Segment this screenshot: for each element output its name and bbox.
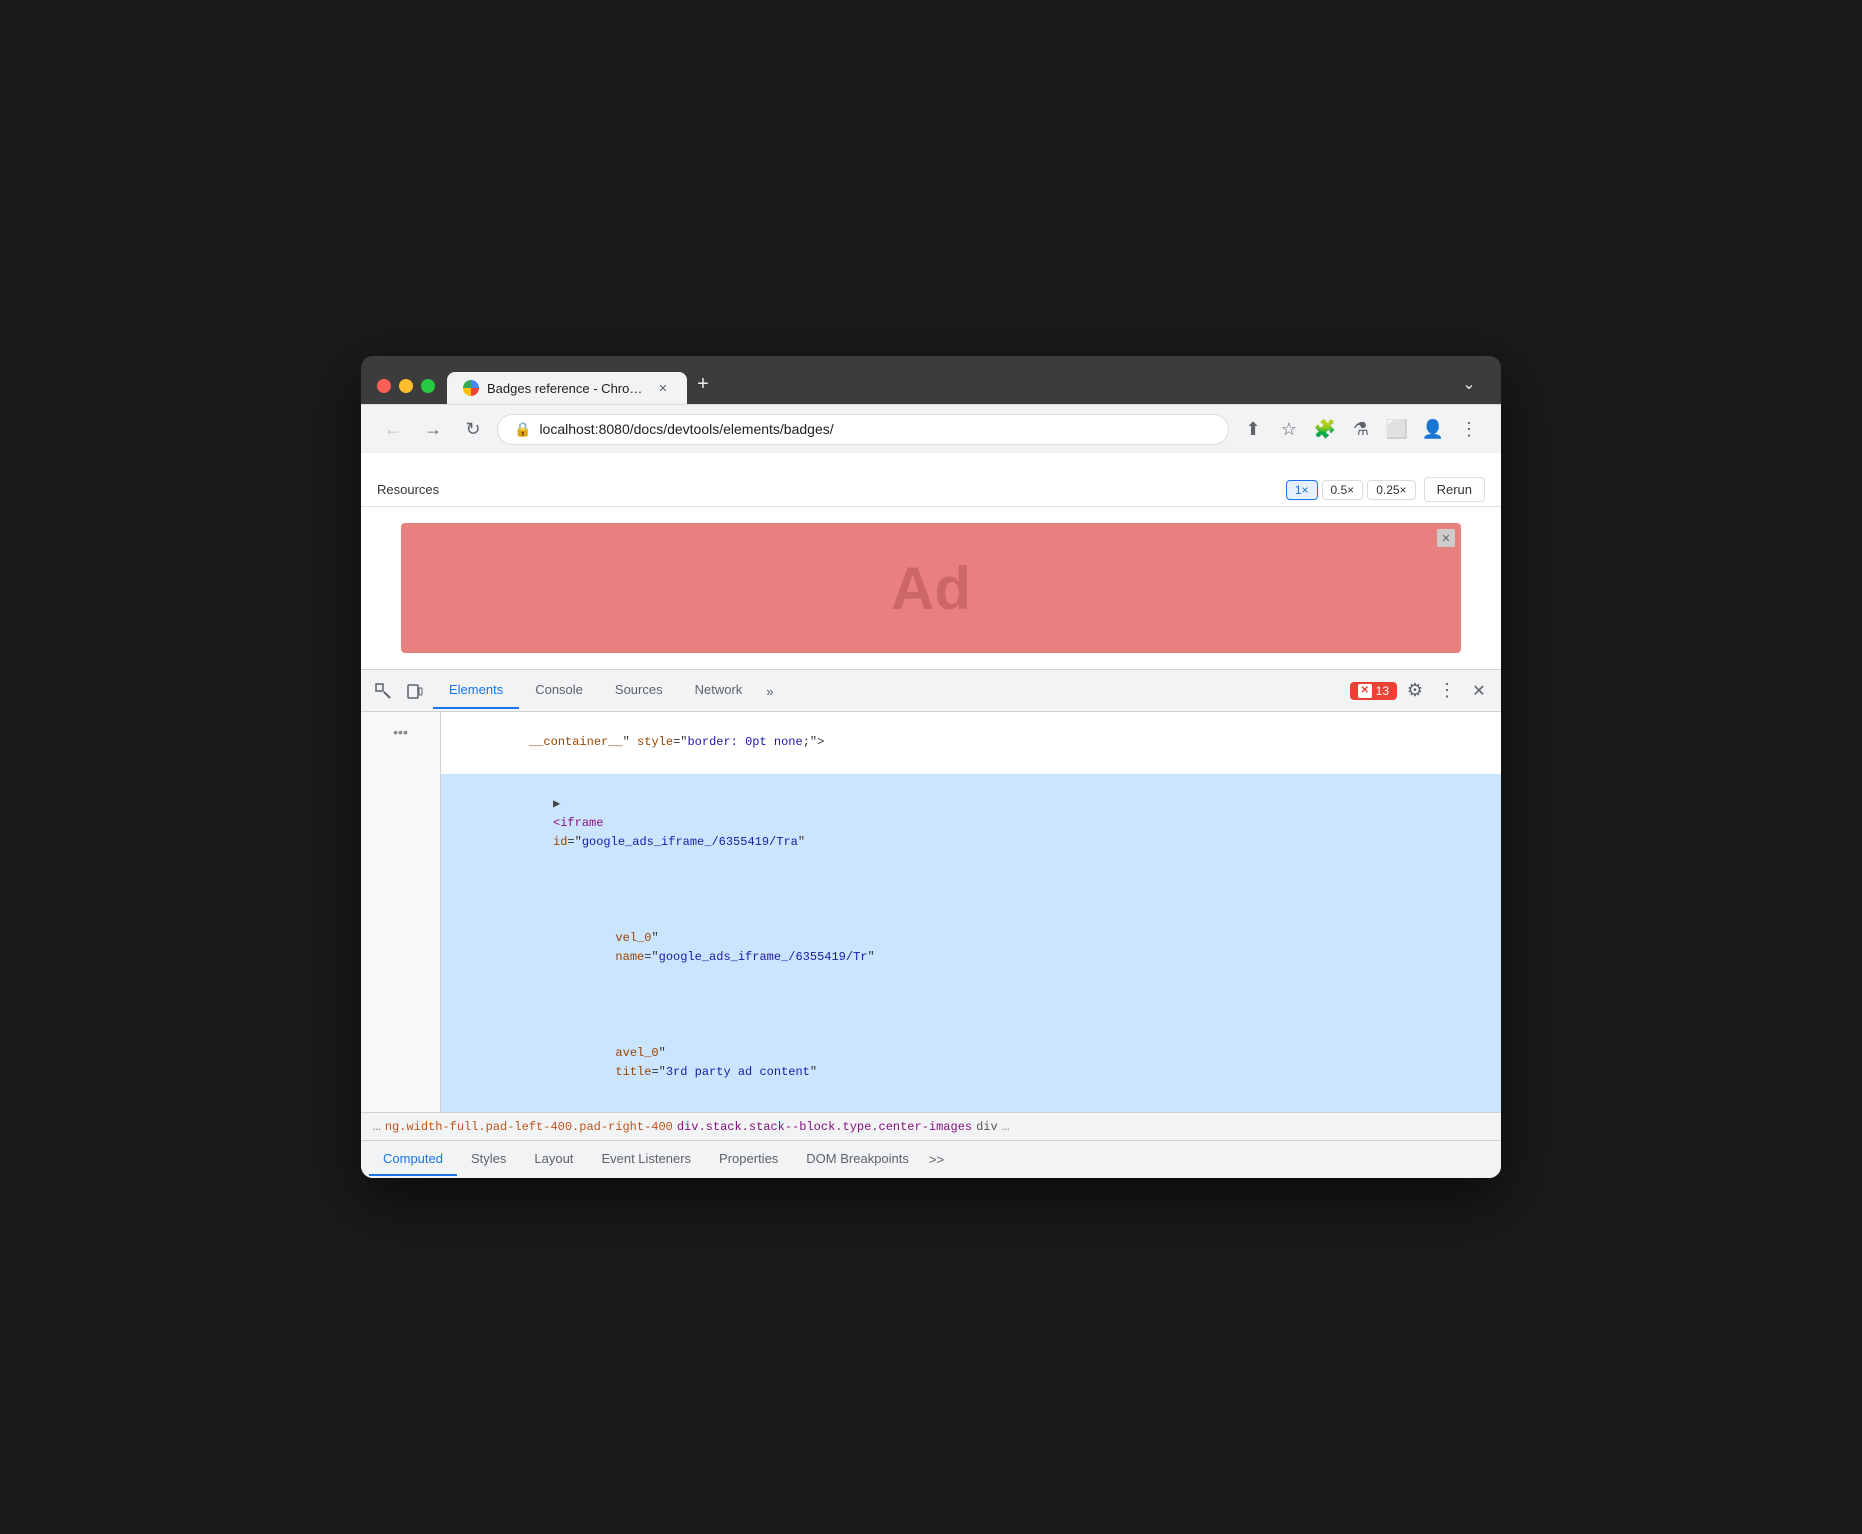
ad-close-icon: ✕ xyxy=(1441,532,1450,545)
devtools-panel: Elements Console Sources Network » ✕ 13 … xyxy=(361,669,1501,1178)
zoom-1x-button[interactable]: 1× xyxy=(1286,480,1318,500)
resources-label: Resources xyxy=(377,482,1278,497)
address-bar: ← → ↻ 🔒 localhost:8080/docs/devtools/ele… xyxy=(361,404,1501,453)
tab-computed[interactable]: Computed xyxy=(369,1143,457,1176)
breadcrumb: … ng.width-full.pad-left-400.pad-right-4… xyxy=(361,1112,1501,1140)
error-badge[interactable]: ✕ 13 xyxy=(1350,682,1397,700)
dt-left-sidebar: ••• xyxy=(361,712,441,1112)
toolbar-buttons: ⬆ ☆ 🧩 ⚗ ⬜ 👤 ⋮ xyxy=(1237,413,1485,445)
element-line-selected[interactable]: ▶ <iframe id="google_ads_iframe_/6355419… xyxy=(441,774,1501,1112)
tabs-area: Badges reference - Chrome De ✕ + ⌄ xyxy=(447,368,1485,404)
breadcrumb-item-3[interactable]: div xyxy=(976,1120,998,1134)
inspect-icon xyxy=(374,682,392,700)
tab-title: Badges reference - Chrome De xyxy=(487,381,647,396)
active-tab[interactable]: Badges reference - Chrome De ✕ xyxy=(447,372,687,404)
flask-button[interactable]: ⚗ xyxy=(1345,413,1377,445)
devtools-toolbar: Elements Console Sources Network » ✕ 13 … xyxy=(361,670,1501,712)
expand-triangle[interactable]: ▶ xyxy=(553,797,567,811)
share-icon: ⬆ xyxy=(1245,419,1260,440)
el-attr-container: __container__ xyxy=(529,735,623,749)
devtools-content: ••• __container__" style="border: 0pt no… xyxy=(361,712,1501,1112)
settings-icon: ⚙ xyxy=(1407,680,1423,701)
bookmark-icon: ☆ xyxy=(1281,419,1297,440)
flask-icon: ⚗ xyxy=(1353,419,1369,440)
tab-dom-breakpoints[interactable]: DOM Breakpoints xyxy=(792,1143,923,1176)
devtools-settings-button[interactable]: ⚙ xyxy=(1401,677,1429,705)
tab-elements[interactable]: Elements xyxy=(433,672,519,709)
devtools-close-button[interactable]: ✕ xyxy=(1465,677,1493,705)
splitscreen-icon: ⬜ xyxy=(1386,419,1408,440)
close-icon: ✕ xyxy=(1472,681,1485,701)
tab-network[interactable]: Network xyxy=(679,672,759,709)
ad-wrapper: Ad ✕ xyxy=(361,507,1501,669)
browser-window: Badges reference - Chrome De ✕ + ⌄ ← → ↻… xyxy=(361,356,1501,1178)
breadcrumb-item-2[interactable]: div.stack.stack--block.type.center-image… xyxy=(677,1120,972,1134)
error-count: 13 xyxy=(1376,684,1389,698)
refresh-icon: ↻ xyxy=(465,419,480,440)
tab-layout[interactable]: Layout xyxy=(520,1143,587,1176)
bottom-tabs: Computed Styles Layout Event Listeners P… xyxy=(361,1140,1501,1178)
url-text: localhost:8080/docs/devtools/elements/ba… xyxy=(539,421,1212,437)
breadcrumb-dots-right: … xyxy=(1002,1119,1010,1134)
back-icon: ← xyxy=(384,419,402,440)
inspect-element-button[interactable] xyxy=(369,677,397,705)
bookmark-button[interactable]: ☆ xyxy=(1273,413,1305,445)
title-bar: Badges reference - Chrome De ✕ + ⌄ xyxy=(361,356,1501,404)
close-button[interactable] xyxy=(377,379,391,393)
share-button[interactable]: ⬆ xyxy=(1237,413,1269,445)
tab-sources[interactable]: Sources xyxy=(599,672,679,709)
forward-icon: → xyxy=(424,419,442,440)
devtools-tabs: Elements Console Sources Network » xyxy=(433,672,1346,709)
bottom-more-tabs-button[interactable]: >> xyxy=(923,1144,950,1175)
breadcrumb-dots-left: … xyxy=(373,1119,381,1134)
extension-icon: 🧩 xyxy=(1314,419,1336,440)
zoom-025x-button[interactable]: 0.25× xyxy=(1367,480,1415,500)
zoom-05x-button[interactable]: 0.5× xyxy=(1322,480,1364,500)
tab-styles[interactable]: Styles xyxy=(457,1143,520,1176)
device-toolbar-button[interactable] xyxy=(401,677,429,705)
more-vert-icon: ⋮ xyxy=(1438,680,1456,701)
ad-text: Ad xyxy=(891,554,971,623)
splitscreen-button[interactable]: ⬜ xyxy=(1381,413,1413,445)
extension-button[interactable]: 🧩 xyxy=(1309,413,1341,445)
error-icon: ✕ xyxy=(1358,684,1372,698)
device-icon xyxy=(406,682,424,700)
tab-properties[interactable]: Properties xyxy=(705,1143,792,1176)
more-tabs-button[interactable]: » xyxy=(758,674,781,709)
elements-panel: __container__" style="border: 0pt none;"… xyxy=(441,712,1501,1112)
ad-controls-bar: Resources 1× 0.5× 0.25× Rerun xyxy=(361,473,1501,507)
ad-close-button[interactable]: ✕ xyxy=(1437,529,1455,547)
minimize-button[interactable] xyxy=(399,379,413,393)
more-button[interactable]: ⋮ xyxy=(1453,413,1485,445)
profile-icon: 👤 xyxy=(1422,419,1444,440)
lock-icon: 🔒 xyxy=(514,421,531,438)
refresh-button[interactable]: ↻ xyxy=(457,413,489,445)
tab-event-listeners[interactable]: Event Listeners xyxy=(587,1143,705,1176)
url-bar[interactable]: 🔒 localhost:8080/docs/devtools/elements/… xyxy=(497,414,1229,445)
devtools-more-button[interactable]: ⋮ xyxy=(1433,677,1461,705)
profile-button[interactable]: 👤 xyxy=(1417,413,1449,445)
ad-banner: Ad ✕ xyxy=(401,523,1461,653)
new-tab-button[interactable]: + xyxy=(687,368,719,400)
tab-console[interactable]: Console xyxy=(519,672,599,709)
back-button[interactable]: ← xyxy=(377,413,409,445)
rerun-button[interactable]: Rerun xyxy=(1424,477,1485,502)
element-line-1: __container__" style="border: 0pt none;"… xyxy=(441,712,1501,774)
more-vert-icon: ⋮ xyxy=(1460,419,1478,440)
tab-close-icon[interactable]: ✕ xyxy=(655,380,671,396)
maximize-button[interactable] xyxy=(421,379,435,393)
forward-button[interactable]: → xyxy=(417,413,449,445)
page-content: Resources 1× 0.5× 0.25× Rerun Ad ✕ xyxy=(361,453,1501,669)
breadcrumb-item-1[interactable]: ng.width-full.pad-left-400.pad-right-400 xyxy=(385,1120,673,1134)
zoom-buttons: 1× 0.5× 0.25× xyxy=(1286,480,1416,500)
traffic-lights xyxy=(377,379,435,393)
tab-overflow-button[interactable]: ⌄ xyxy=(1453,368,1485,400)
tab-favicon xyxy=(463,380,479,396)
sidebar-dots: ••• xyxy=(393,724,408,740)
